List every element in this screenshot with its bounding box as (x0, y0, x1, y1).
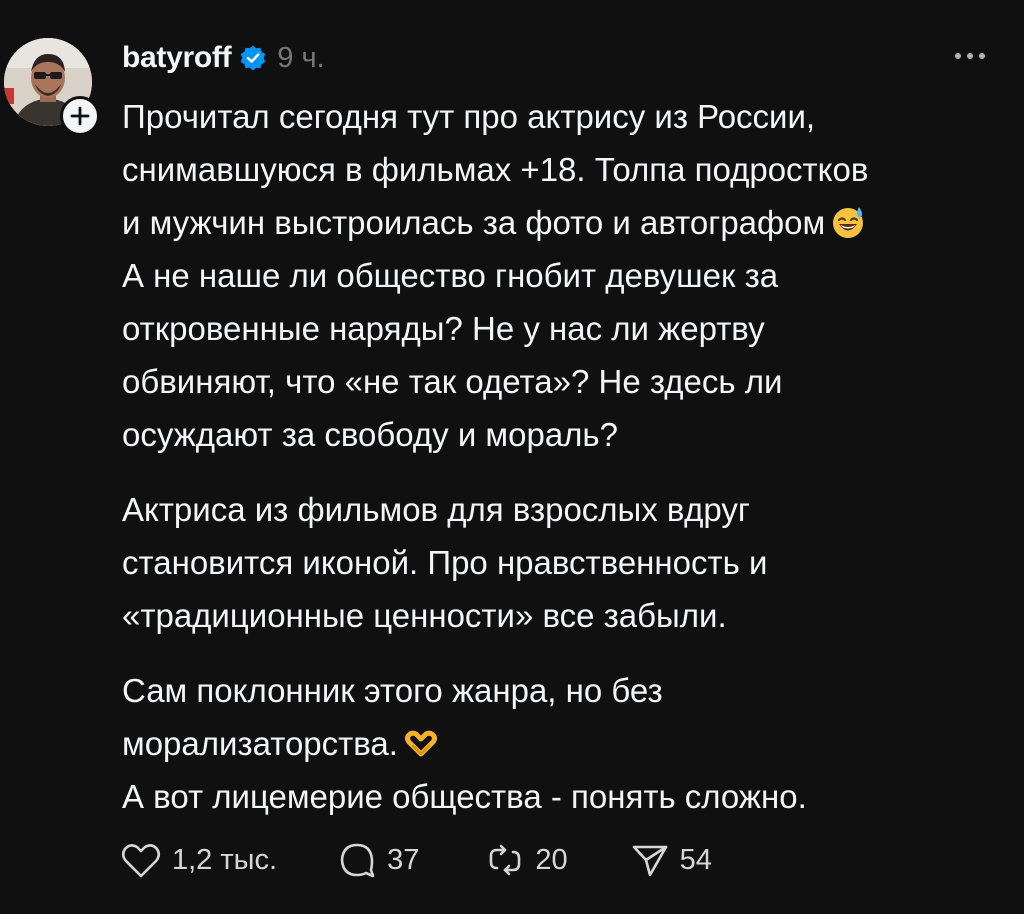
sweat-smile-emoji (831, 201, 865, 238)
heart-hands-emoji (404, 722, 438, 757)
post-line: становится иконой. Про нравственность и (122, 544, 768, 581)
follow-button[interactable] (60, 96, 100, 136)
post-text: Прочитал сегодня тут про актрису из Росс… (122, 90, 1002, 823)
like-count: 1,2 тыс. (172, 843, 278, 876)
post-line: А не наше ли общество гнобит девушек за (122, 257, 779, 294)
post-line: осуждают за свободу и мораль? (122, 416, 618, 453)
username[interactable]: batyroff (122, 41, 232, 75)
more-options-button[interactable] (950, 46, 990, 66)
reply-count: 37 (387, 843, 420, 876)
share-button[interactable]: 54 (630, 840, 712, 880)
post-line: Прочитал сегодня тут про актрису из Росс… (122, 98, 816, 135)
repost-icon (490, 844, 521, 876)
plus-icon (70, 106, 90, 126)
heart-icon (121, 844, 161, 878)
post-line: снимавшуюся в фильмах +18. Толпа подрост… (122, 151, 869, 188)
post-time: 9 ч. (277, 41, 325, 74)
more-icon (955, 53, 985, 59)
repost-button[interactable]: 20 (485, 840, 568, 880)
comment-icon (340, 843, 375, 878)
repost-count: 20 (535, 843, 568, 876)
post-line: морализаторства. (122, 717, 1002, 770)
post-line: «традиционные ценности» все забыли. (122, 597, 727, 634)
post-line: обвиняют, что «не так одета»? Не здесь л… (122, 363, 783, 400)
post-line: откровенные наряды? Не у нас ли жертву (122, 310, 765, 347)
reply-button[interactable]: 37 (337, 840, 419, 880)
share-icon (632, 845, 667, 877)
post-line: и мужчин выстроилась за фото и автографо… (122, 196, 1002, 249)
verified-icon (239, 44, 267, 72)
avatar-container[interactable] (4, 38, 100, 136)
post-line: Актриса из фильмов для взрослых вдруг (122, 491, 750, 528)
share-count: 54 (679, 843, 712, 876)
post-line: Сам поклонник этого жанра, но без (122, 672, 663, 709)
post-line-text: морализаторства. (122, 725, 398, 762)
post-header: batyroff 9 ч. (122, 36, 325, 80)
post-line-text: и мужчин выстроилась за фото и автографо… (122, 204, 826, 241)
like-button[interactable]: 1,2 тыс. (120, 840, 277, 880)
post-line: А вот лицемерие общества - понять сложно… (122, 778, 807, 815)
action-bar: 1,2 тыс. 37 20 54 (120, 838, 712, 882)
